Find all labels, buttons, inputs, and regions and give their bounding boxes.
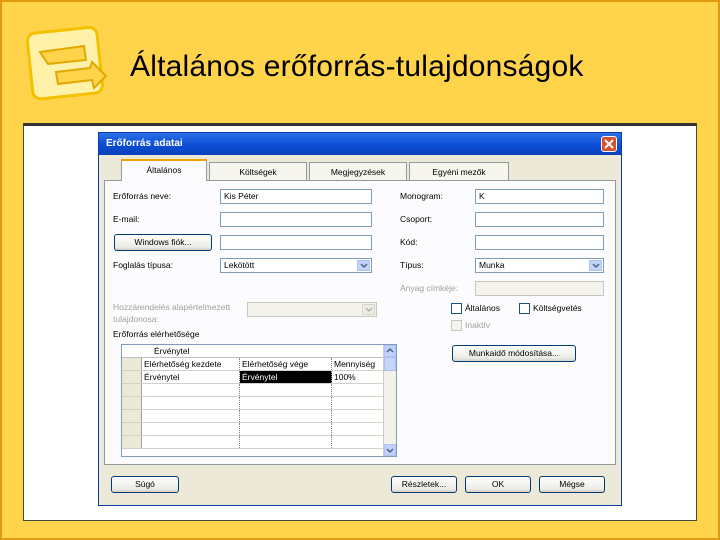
windows-account-button[interactable]: Windows fiók...	[114, 234, 212, 251]
row-header[interactable]	[122, 384, 142, 396]
tab-costs[interactable]: Költségek	[209, 162, 307, 180]
table-cell[interactable]	[142, 384, 240, 396]
grid-entry-bar[interactable]: Érvénytel	[122, 345, 384, 358]
row-header[interactable]	[122, 371, 142, 383]
table-cell[interactable]	[240, 397, 332, 409]
row-header[interactable]	[122, 423, 142, 435]
table-row: Érvénytel Érvénytel 100%	[122, 371, 384, 384]
resource-name-label: Erőforrás neve:	[113, 191, 172, 201]
row-header[interactable]	[122, 397, 142, 409]
booking-type-value: Lekötött	[224, 260, 255, 270]
tab-panel-general: Erőforrás neve: Kis Péter E-mail: Window…	[104, 180, 616, 465]
table-cell[interactable]: Érvénytel	[142, 371, 240, 383]
budget-checkbox[interactable]	[519, 303, 530, 314]
generic-label: Általános	[465, 303, 500, 313]
email-label: E-mail:	[113, 214, 140, 224]
scroll-up-icon[interactable]	[384, 345, 396, 357]
close-icon[interactable]	[601, 136, 617, 152]
table-cell[interactable]	[240, 423, 332, 435]
monogram-label: Monogram:	[400, 191, 443, 201]
row-header	[122, 358, 142, 370]
availability-grid: Érvénytel Elérhetőség kezdete Elérhetősé…	[121, 344, 397, 457]
table-cell[interactable]	[142, 436, 240, 448]
cancel-button[interactable]: Mégse	[539, 476, 605, 493]
type-label: Típus:	[400, 260, 424, 270]
column-header[interactable]: Mennyiség	[332, 358, 384, 370]
table-cell[interactable]	[142, 410, 240, 422]
chevron-down-icon[interactable]	[589, 260, 602, 271]
table-cell[interactable]	[332, 384, 384, 396]
change-working-time-button[interactable]: Munkaidő módosítása...	[452, 345, 576, 362]
monogram-field[interactable]: K	[475, 189, 604, 204]
resource-name-field[interactable]: Kis Péter	[220, 189, 372, 204]
chevron-down-icon[interactable]	[357, 260, 370, 271]
type-select[interactable]: Munka	[475, 258, 604, 273]
type-value: Munka	[479, 260, 505, 270]
table-cell[interactable]	[142, 397, 240, 409]
table-cell[interactable]	[332, 436, 384, 448]
table-cell[interactable]: Érvénytel	[240, 371, 332, 383]
column-header[interactable]: Elérhetőség kezdete	[142, 358, 240, 370]
material-field	[475, 281, 604, 296]
help-button[interactable]: Súgó	[111, 476, 179, 493]
table-cell[interactable]: 100%	[332, 371, 384, 383]
chevron-down-icon	[362, 304, 375, 315]
slide-title: Általános erőforrás-tulajdonságok	[130, 50, 584, 83]
generic-checkbox[interactable]	[451, 303, 462, 314]
ok-button[interactable]: OK	[465, 476, 531, 493]
details-button[interactable]: Részletek...	[391, 476, 457, 493]
table-cell[interactable]	[240, 436, 332, 448]
table-row	[122, 397, 384, 410]
column-header[interactable]: Elérhetőség vége	[240, 358, 332, 370]
table-cell[interactable]	[332, 397, 384, 409]
scroll-down-icon[interactable]	[384, 444, 396, 456]
grid-scrollbar[interactable]	[383, 345, 396, 456]
budget-label: Költségvetés	[533, 303, 582, 313]
table-cell[interactable]	[332, 410, 384, 422]
dialog-title: Erőforrás adatai	[106, 138, 183, 149]
yellow-arrow-logo-icon	[25, 24, 114, 102]
resource-info-dialog: Erőforrás adatai Általános Költségek Meg…	[98, 132, 622, 506]
table-cell[interactable]	[332, 423, 384, 435]
booking-type-select[interactable]: Lekötött	[220, 258, 372, 273]
table-row	[122, 423, 384, 436]
windows-account-field[interactable]	[220, 235, 372, 250]
material-label: Anyag címkéje:	[400, 283, 459, 293]
code-field[interactable]	[475, 235, 604, 250]
group-field[interactable]	[475, 212, 604, 227]
default-assign-label: Hozzárendelés alapértelmezett	[113, 302, 231, 312]
inactive-checkbox	[451, 320, 462, 331]
group-label: Csoport:	[400, 214, 433, 224]
row-header[interactable]	[122, 436, 142, 448]
table-row	[122, 436, 384, 449]
tab-general[interactable]: Általános	[121, 159, 207, 181]
email-field[interactable]	[220, 212, 372, 227]
booking-type-label: Foglalás típusa:	[113, 260, 174, 270]
default-assign-select	[247, 302, 377, 317]
grid-header-row: Elérhetőség kezdete Elérhetőség vége Men…	[122, 358, 384, 371]
table-cell[interactable]	[142, 423, 240, 435]
code-label: Kód:	[400, 237, 418, 247]
availability-label: Erőforrás elérhetősége	[113, 329, 200, 339]
inactive-label: Inaktív	[465, 320, 491, 330]
scrollbar-thumb[interactable]	[384, 357, 396, 371]
default-assign-label-2: tulajdonosa:	[113, 314, 159, 324]
table-cell[interactable]	[240, 410, 332, 422]
table-row	[122, 410, 384, 423]
tab-custom-fields[interactable]: Egyéni mezők	[409, 162, 509, 180]
row-header[interactable]	[122, 410, 142, 422]
dialog-titlebar[interactable]: Erőforrás adatai	[99, 133, 621, 155]
table-cell[interactable]	[240, 384, 332, 396]
tab-notes[interactable]: Megjegyzések	[309, 162, 407, 180]
table-row	[122, 384, 384, 397]
grid-entry-value: Érvénytel	[154, 346, 190, 356]
